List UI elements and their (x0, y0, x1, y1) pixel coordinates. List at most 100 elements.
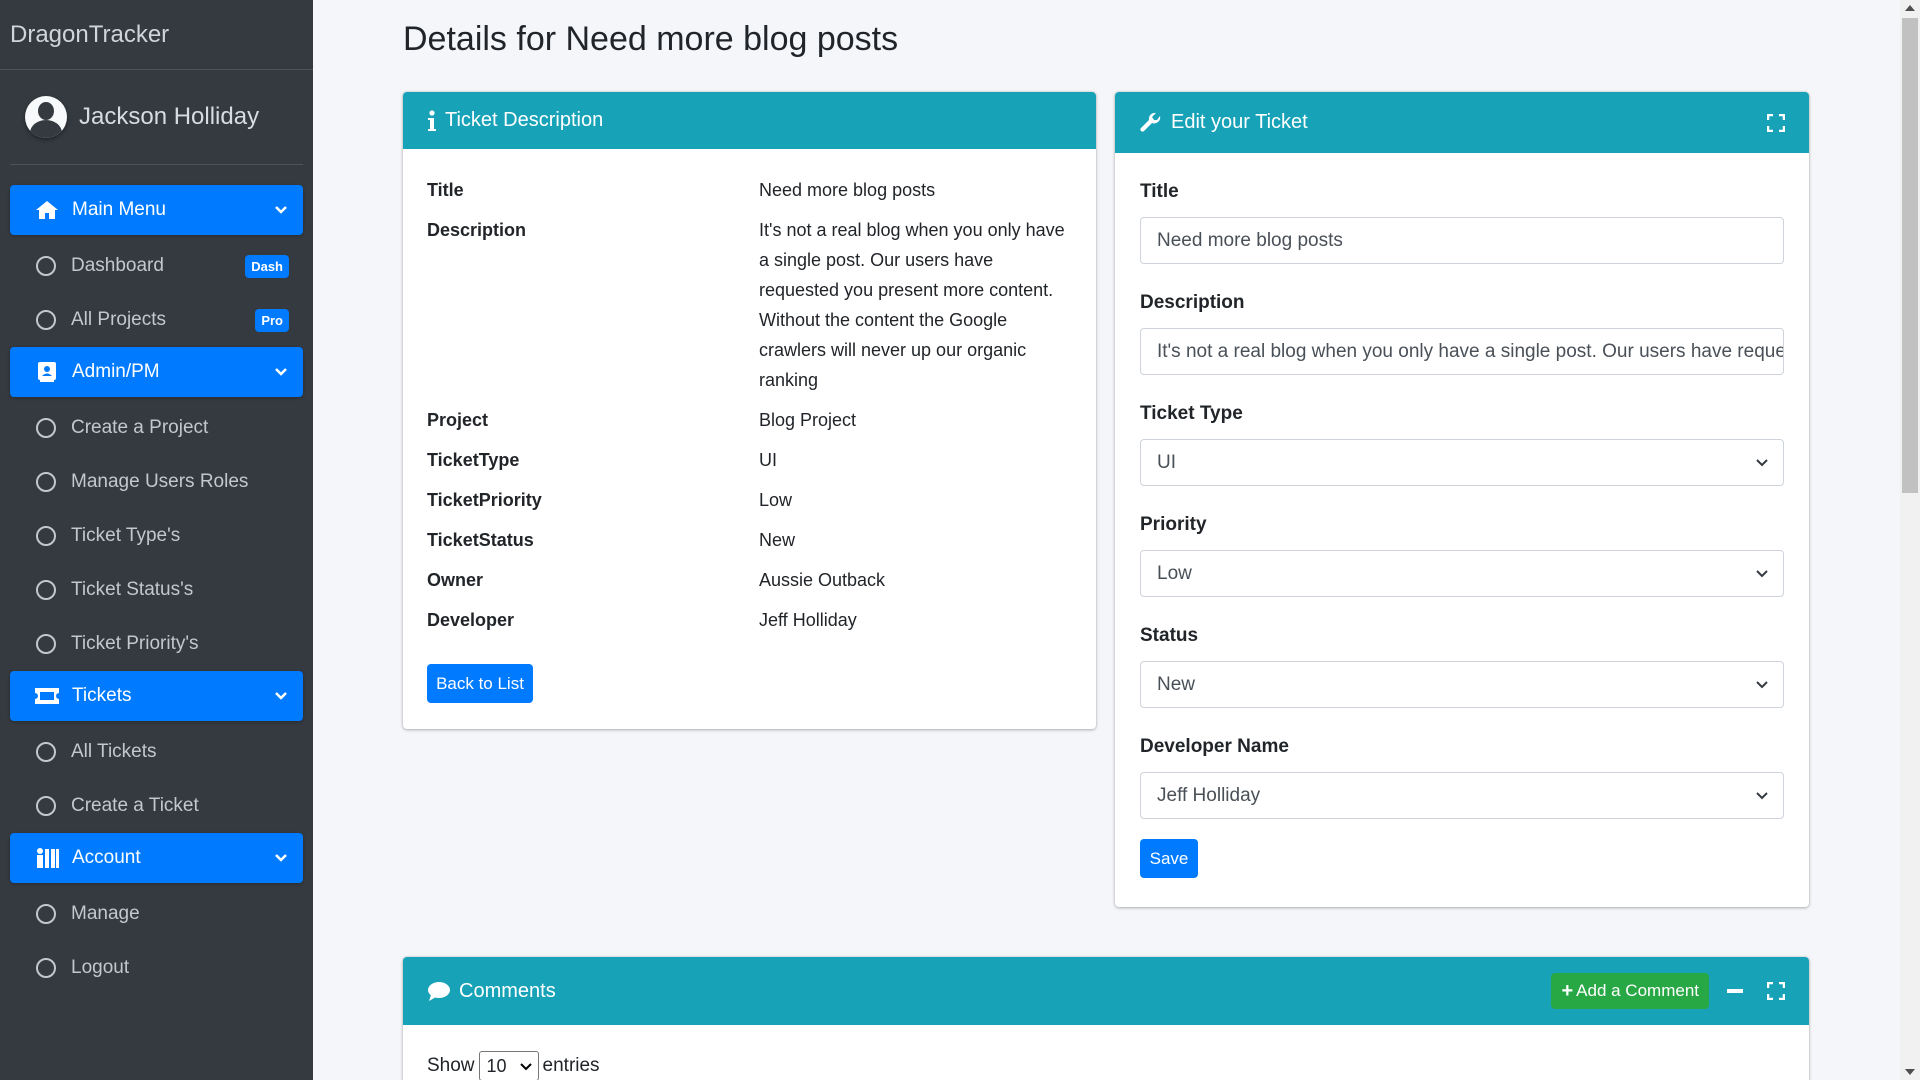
detail-label: TicketStatus (427, 530, 534, 550)
collapse-icon[interactable] (1727, 989, 1743, 993)
ticket-details-list: Title Need more blog posts Description It'… (403, 149, 1096, 635)
nav-admin-pm[interactable]: Admin/PM (10, 347, 303, 397)
show-label: Show (427, 1055, 475, 1076)
sidebar-item-all-tickets[interactable]: All Tickets (10, 725, 303, 779)
detail-label: TicketPriority (427, 490, 542, 510)
detail-row-ticket-status: TicketStatus New (427, 525, 1072, 555)
sidebar-item-label: All Projects (71, 309, 167, 330)
chevron-down-icon (1756, 570, 1768, 578)
chevron-down-icon (1756, 459, 1768, 467)
chevron-down-icon (275, 854, 287, 862)
detail-row-developer: Developer Jeff Holliday (427, 605, 1072, 635)
user-name[interactable]: Jackson Holliday (79, 103, 259, 131)
edit-ticket-card: Edit your Ticket Title Need more blog po… (1115, 92, 1809, 907)
detail-label: TicketType (427, 450, 520, 470)
detail-label: Title (427, 180, 464, 200)
sidebar-item-all-projects[interactable]: All Projects Pro (10, 293, 303, 347)
ticket-type-label: Ticket Type (1140, 403, 1243, 424)
detail-label: Developer (427, 610, 515, 630)
sidebar-item-ticket-types[interactable]: Ticket Type's (10, 509, 303, 563)
save-button[interactable]: Save (1140, 839, 1198, 878)
page-scrollbar[interactable] (1900, 0, 1920, 1080)
entries-value: 10 (486, 1055, 507, 1076)
account-icon (34, 847, 60, 869)
nav-main-menu[interactable]: Main Menu (10, 185, 303, 235)
sidebar-item-ticket-statuses[interactable]: Ticket Status's (10, 563, 303, 617)
status-select[interactable]: New (1140, 661, 1784, 708)
title-label: Title (1140, 181, 1179, 202)
priority-label: Priority (1140, 514, 1207, 535)
back-to-list-button[interactable]: Back to List (427, 664, 533, 703)
pro-badge: Pro (255, 308, 289, 332)
card-title: Ticket Description (445, 109, 604, 131)
dash-badge: Dash (245, 254, 289, 278)
nav-admin-label: Admin/PM (72, 361, 160, 382)
chevron-down-icon (519, 1063, 532, 1071)
chevron-down-icon (1756, 792, 1768, 800)
page-title: Details for Need more blog posts (403, 20, 899, 58)
detail-row-title: Title Need more blog posts (427, 175, 1072, 205)
sidebar-item-logout[interactable]: Logout (10, 941, 303, 995)
sidebar-nav: Main Menu Dashboard Dash All Projects Pr… (0, 165, 313, 995)
sidebar-item-manage-users-roles[interactable]: Manage Users Roles (10, 455, 303, 509)
detail-value: It's not a real blog when you only have … (759, 220, 1065, 390)
card-header: Ticket Description (403, 92, 1096, 149)
nav-tickets[interactable]: Tickets (10, 671, 303, 721)
entries-label: entries (542, 1055, 600, 1076)
circle-icon (36, 742, 56, 762)
circle-icon (36, 472, 56, 492)
add-comment-button[interactable]: + Add a Comment (1551, 973, 1709, 1009)
ticket-icon (34, 685, 60, 707)
sidebar-item-label: Manage (71, 903, 140, 924)
sidebar-item-label: Manage Users Roles (71, 471, 249, 492)
circle-icon (36, 796, 56, 816)
entries-select[interactable]: 10 (478, 1051, 539, 1080)
card-title: Comments (459, 979, 556, 1002)
sidebar-item-manage[interactable]: Manage (10, 887, 303, 941)
nav-main-menu-label: Main Menu (72, 199, 166, 220)
circle-icon (36, 958, 56, 978)
priority-select[interactable]: Low (1140, 550, 1784, 597)
entries-length-control: Show 10 entries (403, 1025, 1809, 1080)
detail-row-ticket-priority: TicketPriority Low (427, 485, 1072, 515)
sidebar-item-label: Ticket Type's (71, 525, 181, 546)
comment-icon (427, 981, 451, 1001)
sidebar-item-create-project[interactable]: Create a Project (10, 401, 303, 455)
expand-icon[interactable] (1767, 113, 1785, 132)
card-header: Edit your Ticket (1115, 92, 1809, 153)
chevron-down-icon (275, 368, 287, 376)
avatar[interactable] (25, 96, 67, 138)
sidebar-item-create-ticket[interactable]: Create a Ticket (10, 779, 303, 833)
status-value: New (1157, 673, 1196, 695)
sidebar-item-label: Dashboard (71, 255, 164, 276)
title-input[interactable]: Need more blog posts (1140, 217, 1784, 264)
info-icon (427, 109, 437, 132)
brand-logo[interactable]: DragonTracker (0, 0, 313, 70)
circle-icon (36, 256, 56, 276)
sidebar-item-label: Create a Ticket (71, 795, 199, 816)
ticket-type-select[interactable]: UI (1140, 439, 1784, 486)
scroll-up-icon[interactable] (1905, 5, 1915, 11)
detail-row-ticket-type: TicketType UI (427, 445, 1072, 475)
sidebar-item-label: All Tickets (71, 741, 157, 762)
card-title: Edit your Ticket (1171, 111, 1308, 133)
user-panel: Jackson Holliday (10, 70, 303, 165)
sidebar-item-dashboard[interactable]: Dashboard Dash (10, 239, 303, 293)
developer-select[interactable]: Jeff Holliday (1140, 772, 1784, 819)
sidebar-item-label: Ticket Status's (71, 579, 194, 600)
wrench-icon (1139, 111, 1163, 135)
chevron-down-icon (1756, 681, 1768, 689)
sidebar-item-label: Logout (71, 957, 130, 978)
description-input[interactable]: It's not a real blog when you only have … (1140, 328, 1784, 375)
ticket-type-value: UI (1157, 451, 1176, 473)
nav-account-label: Account (72, 847, 141, 868)
detail-value: Need more blog posts (759, 180, 936, 200)
expand-icon[interactable] (1767, 982, 1785, 1000)
sidebar-item-ticket-priorities[interactable]: Ticket Priority's (10, 617, 303, 671)
description-label: Description (1140, 292, 1245, 313)
nav-account[interactable]: Account (10, 833, 303, 883)
scroll-down-icon[interactable] (1905, 1069, 1915, 1075)
circle-icon (36, 310, 56, 330)
scroll-thumb[interactable] (1902, 18, 1918, 493)
developer-value: Jeff Holliday (1157, 784, 1261, 806)
